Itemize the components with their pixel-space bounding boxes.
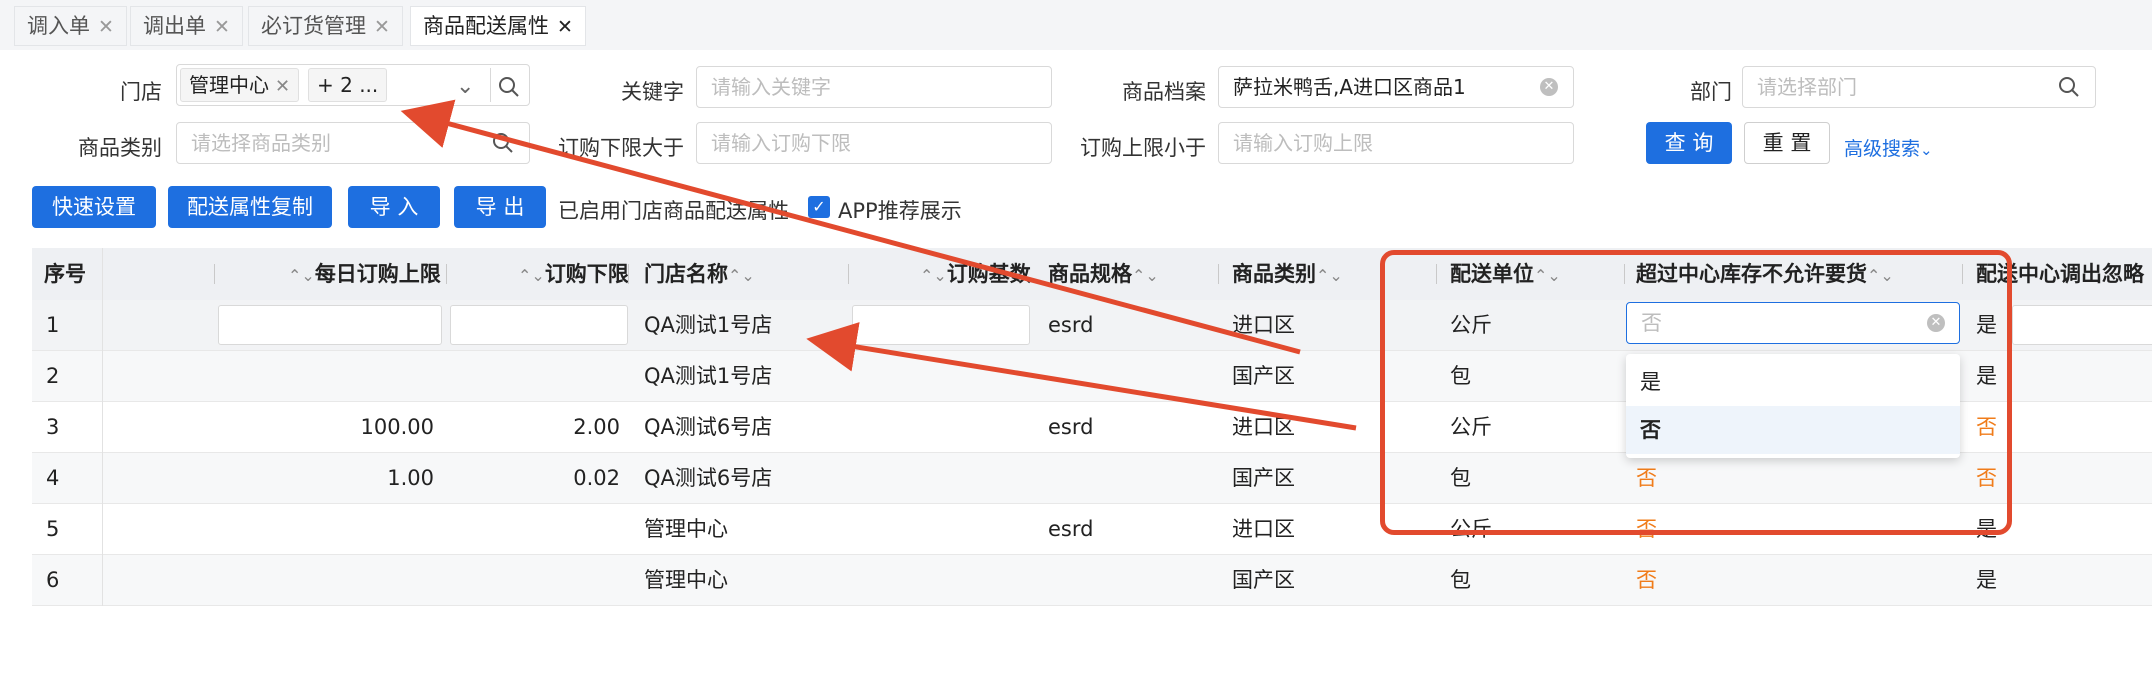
annotation-arrow <box>806 322 1357 431</box>
annotation-arrows <box>400 99 1357 431</box>
annotation-arrow <box>400 99 1301 355</box>
